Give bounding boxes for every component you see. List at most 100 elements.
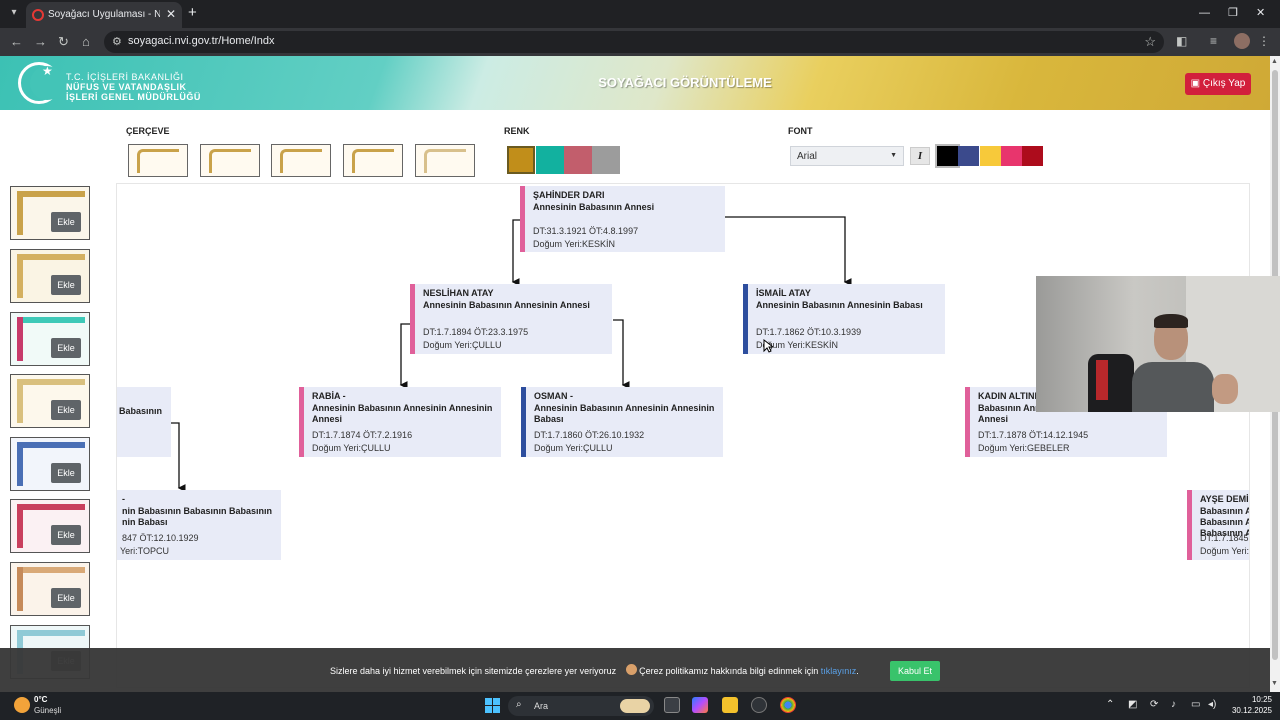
scroll-up-icon[interactable]: ▲ [1271,58,1278,65]
new-tab-icon[interactable]: + [188,5,197,21]
color-swatch-teal[interactable] [536,146,564,174]
template-add-button[interactable]: Ekle [51,338,81,358]
template-add-button[interactable]: Ekle [51,275,81,295]
template-add-button[interactable]: Ekle [51,212,81,232]
italic-button[interactable]: I [910,147,930,165]
webcam-chair-stripe [1096,360,1108,400]
chrome-app-icon[interactable] [780,697,796,713]
task-view-icon[interactable] [664,697,680,713]
template-pattern [17,504,23,548]
frame-option-2[interactable] [200,144,260,177]
color-swatch-gold[interactable] [507,146,535,174]
clock-date[interactable]: 30.12.2025 [1224,706,1272,715]
template-add-button[interactable]: Ekle [51,525,81,545]
cookie-policy-link[interactable]: tıklayınız [821,666,857,676]
template-pattern [17,567,23,611]
template-pattern [17,191,23,235]
file-explorer-icon[interactable] [722,697,738,713]
search-highlight-art [620,699,650,713]
accept-cookies-button[interactable]: Kabul Et [890,661,940,681]
font-color-black[interactable] [935,144,960,168]
network-icon[interactable]: ▭ [1191,699,1200,711]
frame-option-1[interactable] [128,144,188,177]
frame-option-5[interactable] [415,144,475,177]
webcam-chair [1088,354,1134,412]
font-color-navy[interactable] [958,146,979,166]
node-birthplace: Doğum Yeri:ÇULLU [423,340,502,350]
chevron-down-icon: ▼ [890,152,897,159]
template-pattern [17,254,23,298]
org-line-3: İŞLERİ GENEL MÜDÜRLÜĞÜ [66,92,201,102]
template-card-6[interactable]: Ekle [10,499,90,553]
font-color-crimson[interactable] [1022,146,1043,166]
cookie-emoji-icon [626,664,637,675]
browser-tab[interactable]: Soyağacı Uygulaması - Nüfus ve ✕ [26,2,182,28]
template-pattern [17,317,23,361]
tree-node[interactable]: RABİA - Annesinin Babasının Annesinin An… [299,387,501,457]
node-name: NESLİHAN ATAY [423,288,494,298]
taskbar-search[interactable]: ⌕ Ara [508,696,654,716]
home-icon[interactable]: ⌂ [82,34,90,50]
color-swatch-rose[interactable] [564,146,592,174]
tree-node[interactable]: AYŞE DEMİ Babasının A Babasının A Babası… [1187,490,1249,560]
color-swatch-gray[interactable] [592,146,620,174]
template-card-1[interactable]: Ekle [10,186,90,240]
font-color-pink[interactable] [1001,146,1022,166]
frame-option-3[interactable] [271,144,331,177]
site-info-icon[interactable]: ⚙ [112,35,122,48]
node-relation: Annesinin Babasının Annesinin Annesinin … [312,403,493,424]
font-color-yellow[interactable] [980,146,1001,166]
windows-start-icon[interactable] [485,698,500,713]
template-card-7[interactable]: Ekle [10,562,90,616]
tab-close-icon[interactable]: ✕ [166,7,176,21]
tree-node[interactable]: İSMAİL ATAY Annesinin Babasının Annesini… [743,284,945,354]
frame-ornament-icon [352,149,394,173]
reload-icon[interactable]: ↻ [58,34,69,50]
tree-node[interactable]: NESLİHAN ATAY Annesinin Babasının Annesi… [410,284,612,354]
font-family-select[interactable]: Arial ▼ [790,146,904,166]
volume-icon[interactable]: ◂) [1208,699,1216,711]
template-card-5[interactable]: Ekle [10,437,90,491]
template-add-button[interactable]: Ekle [51,400,81,420]
reading-list-icon[interactable]: ≡ [1210,34,1217,48]
forward-icon[interactable]: → [34,34,47,50]
copilot-icon[interactable] [692,697,708,713]
template-add-button[interactable]: Ekle [51,588,81,608]
tree-node[interactable]: ŞAHİNDER DARI Annesinin Babasının Annesi… [520,186,725,252]
profile-avatar[interactable] [1234,33,1250,49]
tab-search-icon[interactable]: ▾ [6,5,22,21]
connector-line [171,422,186,492]
microphone-icon[interactable]: ♪ [1171,699,1176,711]
template-pattern [17,379,23,423]
extensions-icon[interactable]: ◧ [1176,34,1187,48]
family-tree-canvas[interactable]: ŞAHİNDER DARI Annesinin Babasının Annesi… [116,183,1250,688]
template-add-button[interactable]: Ekle [51,463,81,483]
tray-app-icon[interactable]: ◩ [1128,699,1137,711]
back-icon[interactable]: ← [10,34,23,50]
node-relation: nin Babasının Babasının Babasının nin Ba… [122,506,273,527]
bookmark-star-icon[interactable]: ☆ [1144,34,1156,50]
clock-time[interactable]: 10:25 [1236,695,1272,704]
tray-sync-icon[interactable]: ⟳ [1150,699,1158,711]
tray-chevron-icon[interactable]: ⌃ [1106,699,1114,711]
scroll-down-icon[interactable]: ▼ [1271,680,1278,687]
browser-menu-icon[interactable]: ⋮ [1258,34,1270,48]
restore-icon[interactable]: ❐ [1228,6,1238,20]
node-dates: DT:1.7.1874 ÖT:7.2.1916 [312,430,413,440]
template-card-2[interactable]: Ekle [10,249,90,303]
node-birthplace: Yeri:TOPCU [120,546,170,556]
weather-sun-icon[interactable] [14,697,30,713]
minimize-icon[interactable]: — [1199,6,1210,20]
tree-node[interactable]: - nin Babasının Babasının Babasının nin … [117,490,281,560]
frame-option-4[interactable] [343,144,403,177]
template-card-4[interactable]: Ekle [10,374,90,428]
close-window-icon[interactable]: ✕ [1256,6,1265,20]
url-field[interactable]: ⚙ soyagaci.nvi.gov.tr/Home/Indx ☆ [104,31,1164,53]
webcam-person-hand [1212,374,1238,404]
tree-node[interactable]: Babasının [117,387,171,457]
tree-node[interactable]: OSMAN - Annesinin Babasının Annesinin An… [521,387,723,457]
template-card-3[interactable]: Ekle [10,312,90,366]
font-select-value: Arial [797,151,818,162]
settings-app-icon[interactable] [751,697,767,713]
logout-button[interactable]: ▣ Çıkış Yap [1185,73,1251,95]
